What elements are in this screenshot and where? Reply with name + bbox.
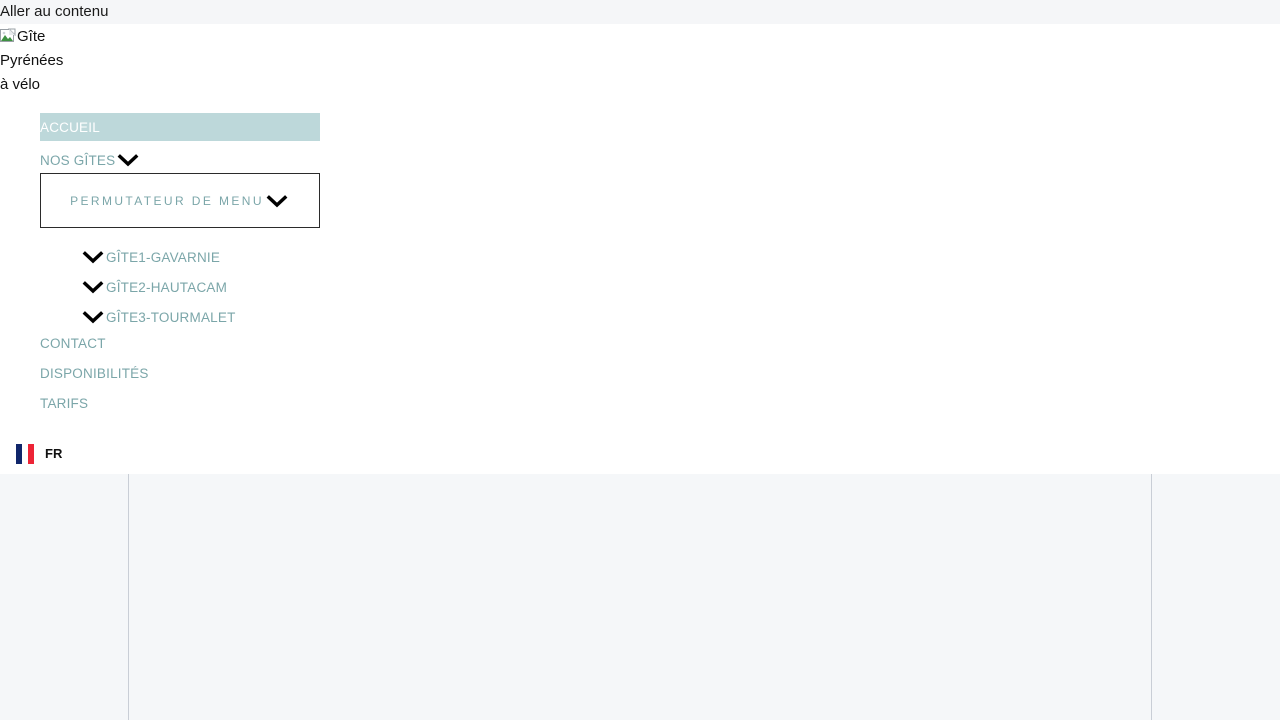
france-flag-icon	[16, 444, 34, 464]
nav-link-tarifs[interactable]: TARIFS	[40, 395, 88, 412]
submenu-link-gite3[interactable]: GÎTE3-TOURMALET	[106, 309, 236, 326]
logo-alt-text-1: Gîte	[17, 28, 46, 45]
nav-item-contact[interactable]: CONTACT	[40, 335, 106, 352]
content-divider-right	[1151, 474, 1152, 720]
logo-alt-line-1: Gîte	[0, 25, 160, 49]
logo-alt-line-3: à vélo	[0, 76, 41, 93]
nav-item-nos-gites[interactable]: NOS GÎTES	[40, 149, 141, 171]
menu-toggle-label: PERMUTATEUR DE MENU	[70, 193, 264, 208]
nos-gites-submenu: GÎTE1-GAVARNIE GÎTE2-HAUTACAM GÎTE3-TOUR…	[80, 242, 380, 332]
menu-toggle-button[interactable]: PERMUTATEUR DE MENU	[40, 173, 320, 228]
language-switcher[interactable]: FR	[16, 444, 62, 464]
broken-image-icon	[0, 28, 16, 44]
skip-link-bar: Aller au contenu	[0, 0, 1280, 24]
submenu-item-gite2[interactable]: GÎTE2-HAUTACAM	[80, 272, 380, 302]
logo-alt-line-2: Pyrénées	[0, 52, 64, 69]
site-logo[interactable]: Gîte Pyrénées à vélo	[0, 25, 160, 97]
chevron-down-icon[interactable]	[80, 248, 106, 266]
nav-link-accueil[interactable]: ACCUEIL	[40, 113, 320, 136]
nav-link-disponibilites[interactable]: DISPONIBILITÉS	[40, 365, 149, 382]
submenu-item-gite1[interactable]: GÎTE1-GAVARNIE	[80, 242, 380, 272]
submenu-item-gite3[interactable]: GÎTE3-TOURMALET	[80, 302, 380, 332]
chevron-down-icon[interactable]	[80, 308, 106, 326]
content-divider-left	[128, 474, 129, 720]
nav-item-disponibilites[interactable]: DISPONIBILITÉS	[40, 365, 149, 382]
submenu-link-gite1[interactable]: GÎTE1-GAVARNIE	[106, 249, 220, 266]
nav-link-contact[interactable]: CONTACT	[40, 335, 106, 352]
chevron-down-icon[interactable]	[264, 192, 290, 210]
nav-item-accueil[interactable]: ACCUEIL	[40, 113, 320, 141]
language-code-label: FR	[45, 446, 63, 461]
nav-item-tarifs[interactable]: TARIFS	[40, 395, 88, 412]
chevron-down-icon[interactable]	[80, 278, 106, 296]
nav-link-nos-gites[interactable]: NOS GÎTES	[40, 152, 115, 169]
skip-to-content-link[interactable]: Aller au contenu	[0, 1, 108, 23]
chevron-down-icon[interactable]	[115, 151, 141, 169]
page-root: Aller au contenu Gîte Pyrénées à vélo AC…	[0, 0, 1280, 720]
submenu-link-gite2[interactable]: GÎTE2-HAUTACAM	[106, 279, 227, 296]
main-content-area	[0, 474, 1280, 720]
